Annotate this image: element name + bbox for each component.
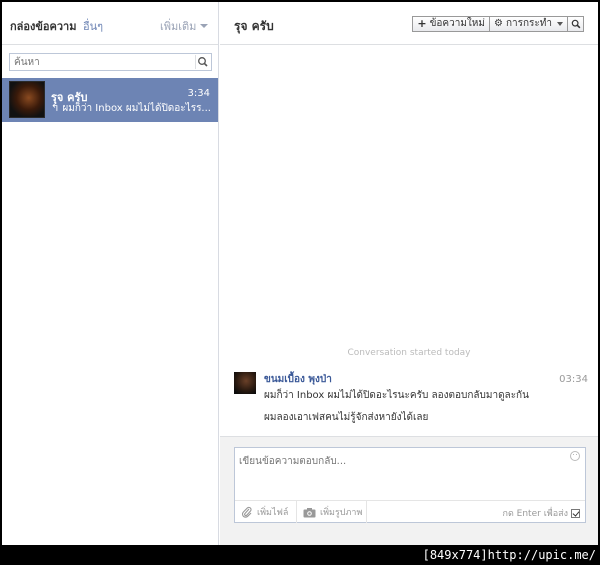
thread-snippet: ↰ ผมก็ว่า Inbox ผมไม่ได้ปิดอะไรร... [51, 101, 211, 116]
message-time: 03:34 [559, 374, 588, 385]
more-label: เพิ่มเติม [160, 20, 197, 33]
enter-to-send-toggle[interactable]: กด Enter เพื่อส่ง [503, 506, 580, 520]
more-dropdown[interactable]: เพิ่มเติม [160, 17, 209, 35]
message-line: ผมก็ว่า Inbox ผมไม่ได้ปิดอะไรนะครับ ลองต… [264, 390, 529, 401]
chevron-down-icon [200, 24, 209, 28]
thread-snippet-text: ผมก็ว่า Inbox ผมไม่ได้ปิดอะไรร... [62, 103, 211, 114]
add-photo-label: เพิ่มรูปภาพ [320, 508, 363, 518]
inbox-header: กล่องข้อความ อื่นๆ เพิ่มเติม [2, 2, 218, 45]
reply-composer: เพิ่มไฟล์ เพิ่มรูปภาพ กด Enter เพื่อส่ง [234, 447, 586, 523]
enter-to-send-label: กด Enter เพื่อส่ง [502, 509, 568, 519]
inbox-title: กล่องข้อความ [10, 20, 77, 33]
paperclip-icon [241, 506, 252, 518]
composer-toolbar: เพิ่มไฟล์ เพิ่มรูปภาพ กด Enter เพื่อส่ง [235, 500, 585, 523]
sender-name[interactable]: ขนมเบื้อง พุงป่า [264, 372, 332, 387]
emoji-icon[interactable] [570, 451, 580, 461]
conversation-search-button[interactable] [568, 16, 584, 32]
watermark: [849x774]http://upic.me/ [422, 548, 596, 562]
conversation-title: รุจ ครับ [234, 19, 274, 33]
header-button-group: + ข้อความใหม่ ⚙ การกระทำ [412, 16, 584, 32]
gear-icon: ⚙ [493, 18, 503, 29]
new-message-label: ข้อความใหม่ [429, 18, 485, 29]
reply-arrow-icon: ↰ [51, 103, 60, 114]
reply-area: เพิ่มไฟล์ เพิ่มรูปภาพ กด Enter เพื่อส่ง [220, 436, 598, 545]
add-file-label: เพิ่มไฟล์ [257, 508, 289, 518]
inbox-sidebar: กล่องข้อความ อื่นๆ เพิ่มเติม รุจ ครับ 3:… [2, 2, 219, 545]
add-photo-button[interactable]: เพิ่มรูปภาพ [297, 501, 367, 523]
conversation-panel: รุจ ครับ + ข้อความใหม่ ⚙ การกระทำ Conversa… [220, 2, 598, 545]
search-icon [571, 19, 580, 29]
avatar [9, 81, 45, 118]
conversation-header: รุจ ครับ + ข้อความใหม่ ⚙ การกระทำ [220, 2, 598, 45]
plus-icon: + [417, 17, 427, 30]
chevron-down-icon [557, 22, 563, 26]
camera-icon [303, 507, 316, 517]
search-input[interactable] [10, 54, 190, 70]
new-message-button[interactable]: + ข้อความใหม่ [412, 16, 490, 32]
search-icon[interactable] [195, 55, 210, 69]
enter-to-send-checkbox[interactable] [571, 508, 580, 518]
messages-window: กล่องข้อความ อื่นๆ เพิ่มเติม รุจ ครับ 3:… [2, 2, 598, 545]
other-folder-link[interactable]: อื่นๆ [83, 17, 103, 35]
conversation-started-label: Conversation started today [347, 348, 471, 358]
actions-dropdown[interactable]: ⚙ การกระทำ [489, 16, 568, 32]
sender-avatar[interactable] [234, 372, 256, 394]
search-box[interactable] [9, 53, 212, 71]
add-file-button[interactable]: เพิ่มไฟล์ [235, 501, 297, 523]
actions-label: การกระทำ [505, 18, 552, 29]
reply-textarea[interactable] [235, 448, 565, 498]
thread-list-item[interactable]: รุจ ครับ 3:34 ↰ ผมก็ว่า Inbox ผมไม่ได้ปิด… [2, 78, 218, 122]
thread-time: 3:34 [187, 88, 210, 99]
message-line: ผมลองเอาเฟสคนไม่รู้จักส่งหายังได้เลย [264, 412, 429, 423]
